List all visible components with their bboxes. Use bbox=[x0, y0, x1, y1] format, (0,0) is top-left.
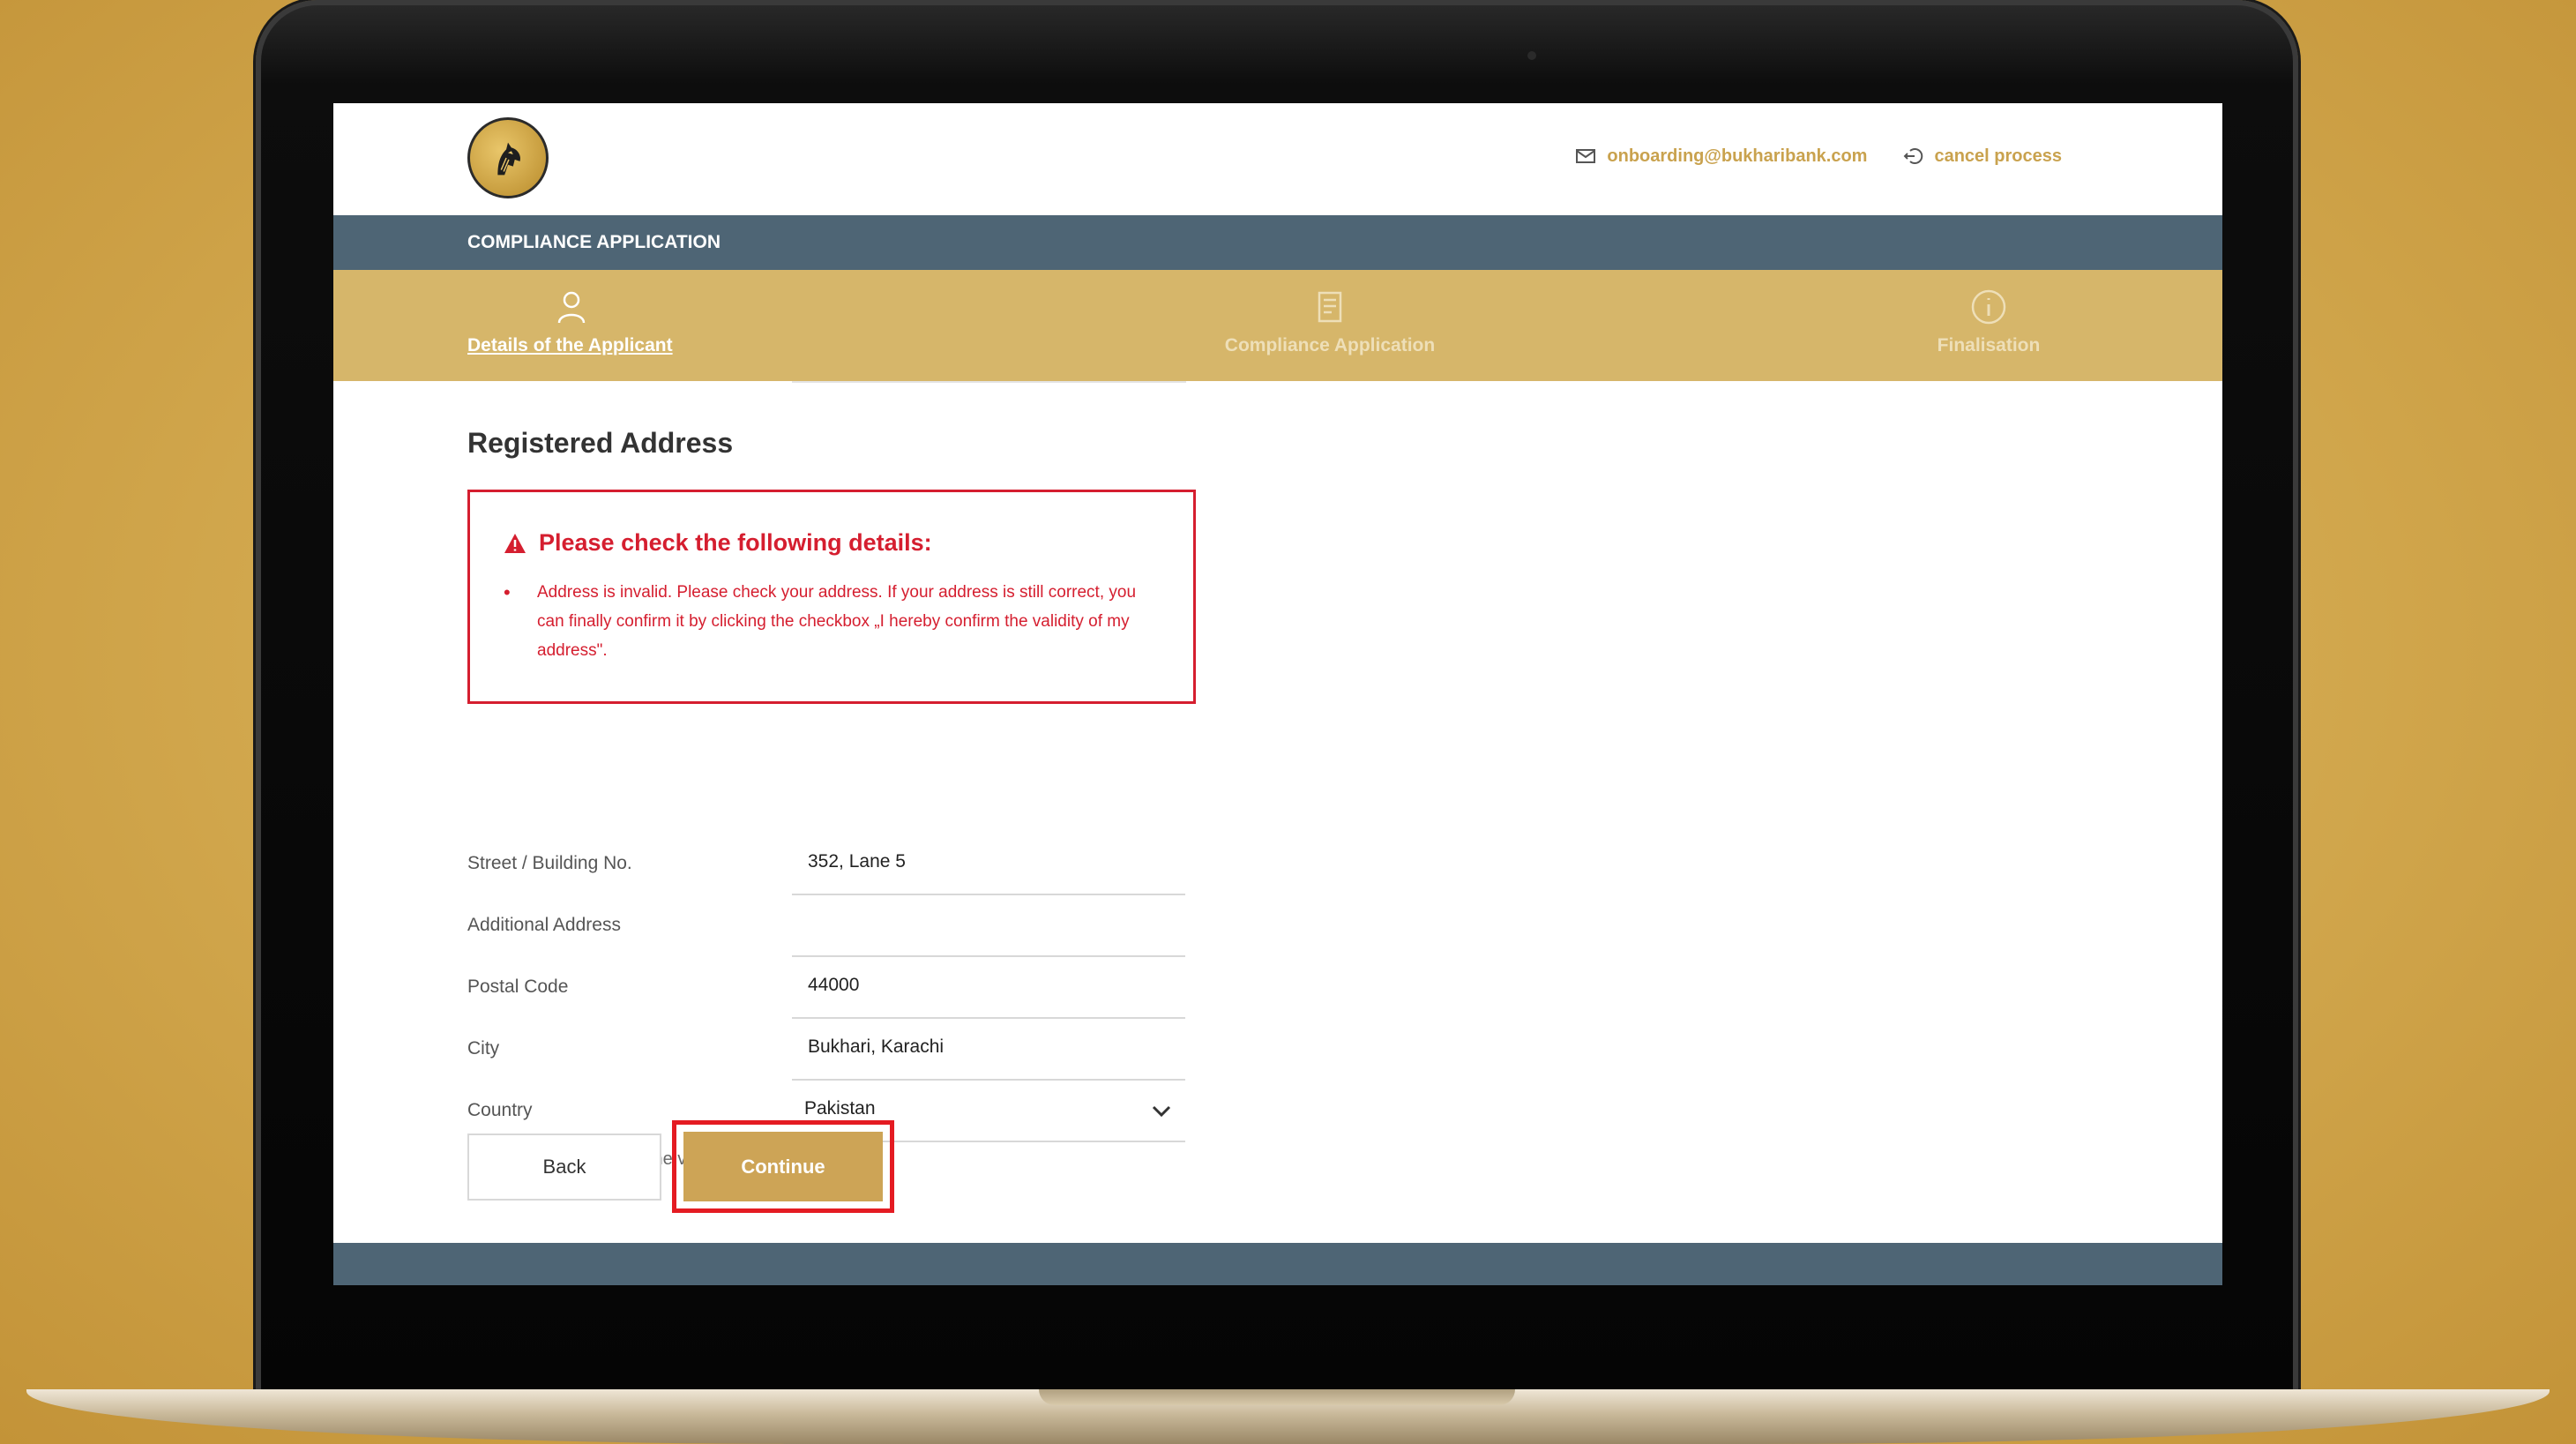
additional-address-label: Additional Address bbox=[467, 915, 621, 935]
horse-logo-icon bbox=[497, 142, 521, 176]
email-link[interactable]: onboarding@bukharibank.com bbox=[1575, 146, 1867, 167]
cancel-process-link[interactable]: cancel process bbox=[1902, 146, 2062, 167]
top-header: onboarding@bukharibank.com cancel proces… bbox=[333, 103, 2222, 215]
city-input[interactable]: Bukhari, Karachi bbox=[792, 1019, 1185, 1081]
person-icon bbox=[557, 291, 586, 324]
error-alert: Please check the following details: Addr… bbox=[467, 490, 1196, 704]
country-label: Country bbox=[467, 1100, 533, 1120]
document-icon bbox=[1318, 291, 1342, 323]
mail-icon bbox=[1576, 149, 1596, 163]
progress-steps: Details of the Applicant Compliance Appl… bbox=[333, 270, 2222, 381]
footer-bar bbox=[333, 1243, 2222, 1285]
step-label: Compliance Application bbox=[1224, 335, 1436, 355]
step-compliance-application[interactable]: Compliance Application bbox=[1211, 288, 1449, 356]
webcam bbox=[1527, 51, 1536, 60]
step-details-of-applicant[interactable]: Details of the Applicant bbox=[467, 288, 673, 356]
application-title: COMPLIANCE APPLICATION bbox=[467, 232, 721, 252]
email-link-label: onboarding@bukharibank.com bbox=[1607, 146, 1868, 166]
cancel-process-label: cancel process bbox=[1934, 146, 2062, 166]
back-button[interactable]: Back bbox=[467, 1134, 661, 1201]
additional-address-row: Additional Address bbox=[467, 895, 1196, 957]
step-label: Details of the Applicant bbox=[467, 335, 673, 355]
postal-code-label: Postal Code bbox=[467, 976, 569, 997]
street-label: Street / Building No. bbox=[467, 853, 632, 873]
info-icon bbox=[1971, 289, 2006, 325]
exit-icon bbox=[1904, 148, 1923, 164]
laptop-notch bbox=[1039, 1389, 1515, 1405]
postal-code-row: Postal Code 44000 bbox=[467, 957, 1196, 1019]
chevron-down-icon bbox=[1152, 1105, 1171, 1118]
city-label: City bbox=[467, 1038, 500, 1059]
continue-button[interactable]: Continue bbox=[683, 1132, 883, 1201]
street-input[interactable]: 352, Lane 5 bbox=[792, 834, 1185, 895]
postal-code-input[interactable]: 44000 bbox=[792, 957, 1185, 1019]
street-row: Street / Building No. 352, Lane 5 bbox=[467, 834, 1196, 895]
section-heading: Registered Address bbox=[467, 427, 734, 459]
country-value: Pakistan bbox=[804, 1098, 876, 1119]
city-row: City Bukhari, Karachi bbox=[467, 1019, 1196, 1081]
additional-address-input[interactable] bbox=[792, 895, 1185, 957]
divider bbox=[792, 381, 1186, 383]
error-message: Address is invalid. Please check your ad… bbox=[504, 578, 1139, 665]
step-label: Finalisation bbox=[1937, 335, 2041, 355]
continue-highlight: Continue bbox=[672, 1120, 894, 1213]
warning-icon bbox=[504, 533, 526, 553]
application-bar: COMPLIANCE APPLICATION bbox=[333, 215, 2222, 270]
screen: onboarding@bukharibank.com cancel proces… bbox=[333, 103, 2222, 1285]
error-title: Please check the following details: bbox=[539, 529, 932, 556]
bank-logo[interactable] bbox=[467, 117, 549, 198]
step-finalisation[interactable]: Finalisation bbox=[1918, 288, 2059, 356]
